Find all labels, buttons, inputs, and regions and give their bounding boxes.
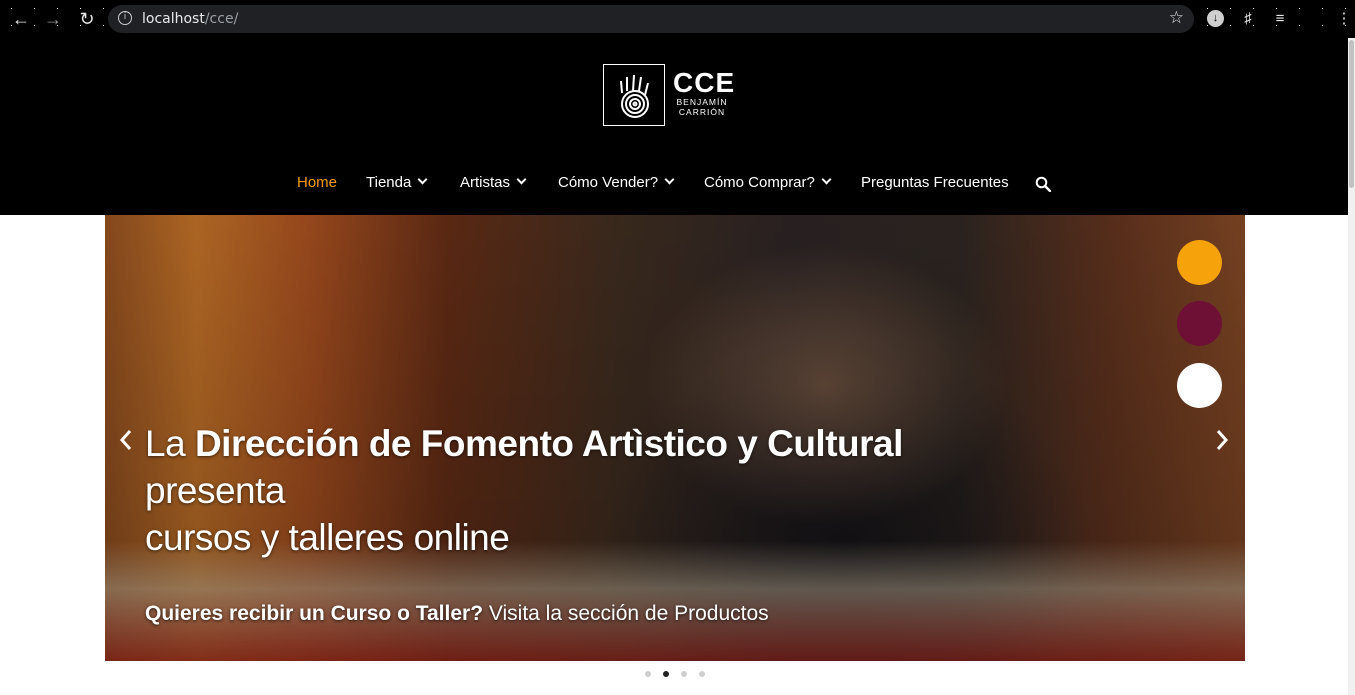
nav-label: Cómo Comprar? xyxy=(704,174,815,191)
subtitle-bold: Quieres recibir un Curso o Taller? xyxy=(145,602,484,625)
slider-pagination xyxy=(643,671,713,679)
url-host: localhost xyxy=(142,11,205,27)
headline-prefix: La xyxy=(145,423,195,464)
slider-dot-2[interactable] xyxy=(663,671,669,677)
nav-item-como-comprar[interactable]: Cómo Comprar? xyxy=(704,174,832,191)
chevron-down-icon xyxy=(516,174,527,185)
url-path: /cce/ xyxy=(204,11,239,27)
nav-label: Tienda xyxy=(366,174,412,191)
slide-headline: La Dirección de Fomento Artìstico y Cult… xyxy=(145,420,1045,561)
logo-emblem xyxy=(603,64,665,126)
nav-label: Home xyxy=(297,174,338,191)
slider-dot-1[interactable] xyxy=(645,671,651,677)
slider-next-button[interactable] xyxy=(1215,427,1229,458)
headline-line-2: cursos y talleres online xyxy=(145,517,510,558)
color-swatch-maroon[interactable] xyxy=(1177,301,1222,346)
chevron-down-icon xyxy=(664,174,675,185)
logo-subtitle-2: CARRIÓN xyxy=(678,107,726,117)
browser-toolbar: ← → ↻ i localhost/cce/ ☆ ↓ ♯ ≡ ⋮ xyxy=(0,0,1355,38)
color-swatch-orange[interactable] xyxy=(1177,240,1222,285)
color-swatch-white[interactable] xyxy=(1177,363,1222,408)
nav-label: Artistas xyxy=(460,174,511,191)
chevron-left-icon xyxy=(119,430,132,450)
reading-list-icon[interactable]: ≡ xyxy=(1270,9,1290,29)
slider-dot-3[interactable] xyxy=(681,671,687,677)
site-header: CCE BENJAMÍN CARRIÓN Home Tienda Artista… xyxy=(0,38,1348,215)
logo-subtitle-1: BENJAMÍN xyxy=(676,97,728,107)
forward-button[interactable]: → xyxy=(42,8,64,30)
nav-item-home[interactable]: Home xyxy=(297,174,337,191)
site-info-icon[interactable]: i xyxy=(118,11,132,25)
logo-wordmark: CCE BENJAMÍN CARRIÓN xyxy=(673,67,736,118)
chevron-down-icon xyxy=(821,174,832,185)
nav-label: Preguntas Frecuentes xyxy=(861,174,1009,191)
search-icon[interactable] xyxy=(1035,176,1051,192)
main-navigation: Home Tienda Artistas Cómo Vender? Cómo C… xyxy=(0,169,1348,199)
bookmark-star-icon[interactable]: ☆ xyxy=(1169,8,1184,28)
address-bar[interactable]: i localhost/cce/ ☆ xyxy=(108,5,1194,33)
headline-bold: Dirección de Fomento Artìstico y Cultura… xyxy=(194,423,903,464)
chevron-down-icon xyxy=(417,174,428,185)
logo-title: CCE xyxy=(673,67,736,98)
hero-slider: La Dirección de Fomento Artìstico y Cult… xyxy=(105,215,1245,661)
nav-item-como-vender[interactable]: Cómo Vender? xyxy=(558,174,675,191)
headline-suffix: presenta xyxy=(145,470,286,511)
slider-dot-4[interactable] xyxy=(699,671,705,677)
scrollbar-thumb[interactable] xyxy=(1349,40,1354,188)
download-extension-icon[interactable]: ↓ xyxy=(1207,10,1224,27)
nav-item-artistas[interactable]: Artistas xyxy=(460,174,527,191)
subtitle-rest: Visita la sección de Productos xyxy=(483,602,769,625)
extensions-puzzle-icon[interactable]: ♯ xyxy=(1238,9,1258,29)
slider-prev-button[interactable] xyxy=(119,427,133,458)
browser-menu-icon[interactable]: ⋮ xyxy=(1334,9,1354,29)
chevron-right-icon xyxy=(1216,430,1229,450)
nav-item-preguntas-frecuentes[interactable]: Preguntas Frecuentes xyxy=(861,174,1009,191)
reload-button[interactable]: ↻ xyxy=(76,8,98,30)
nav-item-tienda[interactable]: Tienda xyxy=(366,174,428,191)
hand-spiral-icon xyxy=(620,74,649,118)
back-button[interactable]: ← xyxy=(10,8,32,30)
url-text[interactable]: localhost/cce/ xyxy=(142,11,238,27)
site-logo[interactable]: CCE BENJAMÍN CARRIÓN xyxy=(603,64,736,126)
nav-label: Cómo Vender? xyxy=(558,174,659,191)
slide-subtitle: Quieres recibir un Curso o Taller? Visit… xyxy=(145,602,769,626)
page-scrollbar[interactable] xyxy=(1348,38,1355,695)
